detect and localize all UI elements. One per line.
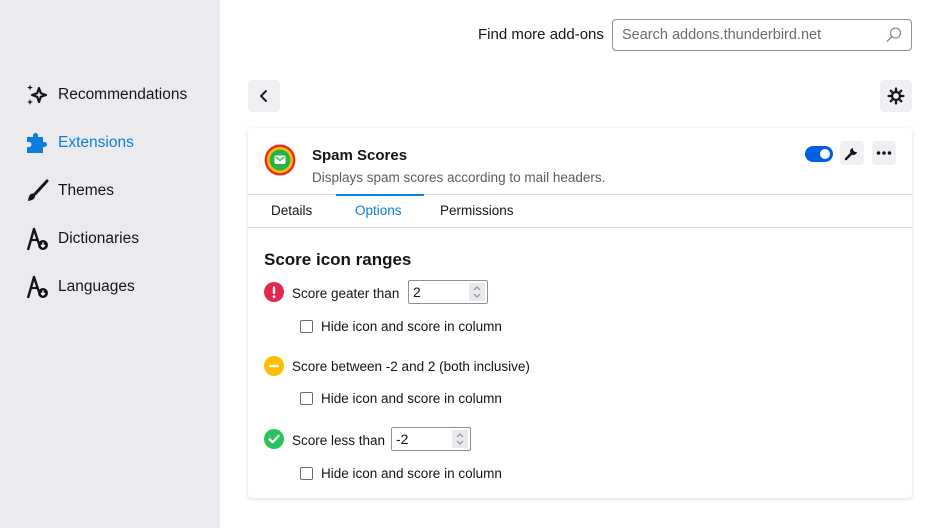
sidebar: Recommendations Extensions Themes Dictio…: [0, 0, 220, 528]
high-score-label: Score geater than: [292, 286, 400, 301]
check-icon: [264, 429, 284, 449]
tab-details[interactable]: Details: [271, 203, 312, 218]
gear-icon: [887, 87, 905, 105]
low-score-value[interactable]: [392, 431, 448, 447]
search-input[interactable]: [622, 27, 872, 43]
sidebar-item-label: Recommendations: [58, 86, 188, 103]
low-hide-label: Hide icon and score in column: [321, 466, 502, 481]
alert-icon: [264, 282, 284, 302]
active-tab-indicator: [336, 194, 424, 196]
mid-score-label: Score between -2 and 2 (both inclusive): [292, 359, 530, 374]
more-icon: [876, 151, 892, 155]
high-hide-checkbox[interactable]: [300, 320, 313, 333]
mid-hide-checkbox[interactable]: [300, 392, 313, 405]
low-score-input[interactable]: [391, 427, 471, 451]
brush-icon: [24, 178, 50, 204]
tabs-divider: [248, 227, 912, 228]
mid-hide-label: Hide icon and score in column: [321, 391, 502, 406]
low-hide-checkbox[interactable]: [300, 467, 313, 480]
high-hide-label: Hide icon and score in column: [321, 319, 502, 334]
sidebar-item-themes[interactable]: Themes: [24, 177, 114, 205]
sidebar-item-languages[interactable]: Languages: [24, 273, 135, 301]
chevron-left-icon: [260, 90, 267, 102]
search-icon[interactable]: [885, 26, 903, 44]
spinner-arrows-icon: [473, 286, 481, 298]
sidebar-item-label: Themes: [58, 182, 114, 199]
section-title: Score icon ranges: [264, 250, 412, 269]
neutral-icon: [264, 356, 284, 376]
addon-description: Displays spam scores according to mail h…: [312, 170, 606, 185]
find-more-label: Find more add-ons: [478, 26, 604, 43]
spinner-arrows-icon: [456, 433, 464, 445]
high-score-spinner[interactable]: [469, 283, 485, 301]
high-hide-checkbox-row[interactable]: Hide icon and score in column: [300, 319, 502, 334]
sidebar-item-extensions[interactable]: Extensions: [24, 129, 134, 157]
sparkle-icon: [24, 82, 50, 108]
low-hide-checkbox-row[interactable]: Hide icon and score in column: [300, 466, 502, 481]
high-score-input[interactable]: [408, 280, 488, 304]
sidebar-item-recommendations[interactable]: Recommendations: [24, 81, 187, 109]
sidebar-item-label: Languages: [58, 278, 135, 295]
tab-permissions[interactable]: Permissions: [440, 203, 514, 218]
toggle-knob: [820, 149, 830, 159]
dictionary-icon: [24, 226, 50, 252]
high-score-value[interactable]: [409, 284, 465, 300]
back-button[interactable]: [248, 80, 280, 112]
low-score-spinner[interactable]: [452, 430, 468, 448]
preferences-button[interactable]: [840, 141, 864, 165]
language-icon: [24, 274, 50, 300]
wrench-icon: [844, 148, 857, 161]
tab-options[interactable]: Options: [355, 203, 402, 218]
mid-hide-checkbox-row[interactable]: Hide icon and score in column: [300, 391, 502, 406]
sidebar-item-dictionaries[interactable]: Dictionaries: [24, 225, 139, 253]
main-content: Find more add-ons Spam Scores Displays s…: [220, 0, 943, 528]
enable-toggle[interactable]: [805, 146, 833, 162]
search-field[interactable]: [612, 19, 912, 51]
addon-card: Spam Scores Displays spam scores accordi…: [248, 128, 912, 498]
sidebar-item-label: Dictionaries: [58, 230, 139, 247]
addon-icon: [264, 144, 296, 176]
settings-button[interactable]: [880, 80, 912, 112]
low-score-label: Score less than: [292, 433, 386, 448]
addon-name: Spam Scores: [312, 147, 408, 164]
sidebar-item-label: Extensions: [58, 134, 134, 151]
puzzle-icon: [24, 130, 50, 156]
more-options-button[interactable]: [872, 141, 896, 165]
